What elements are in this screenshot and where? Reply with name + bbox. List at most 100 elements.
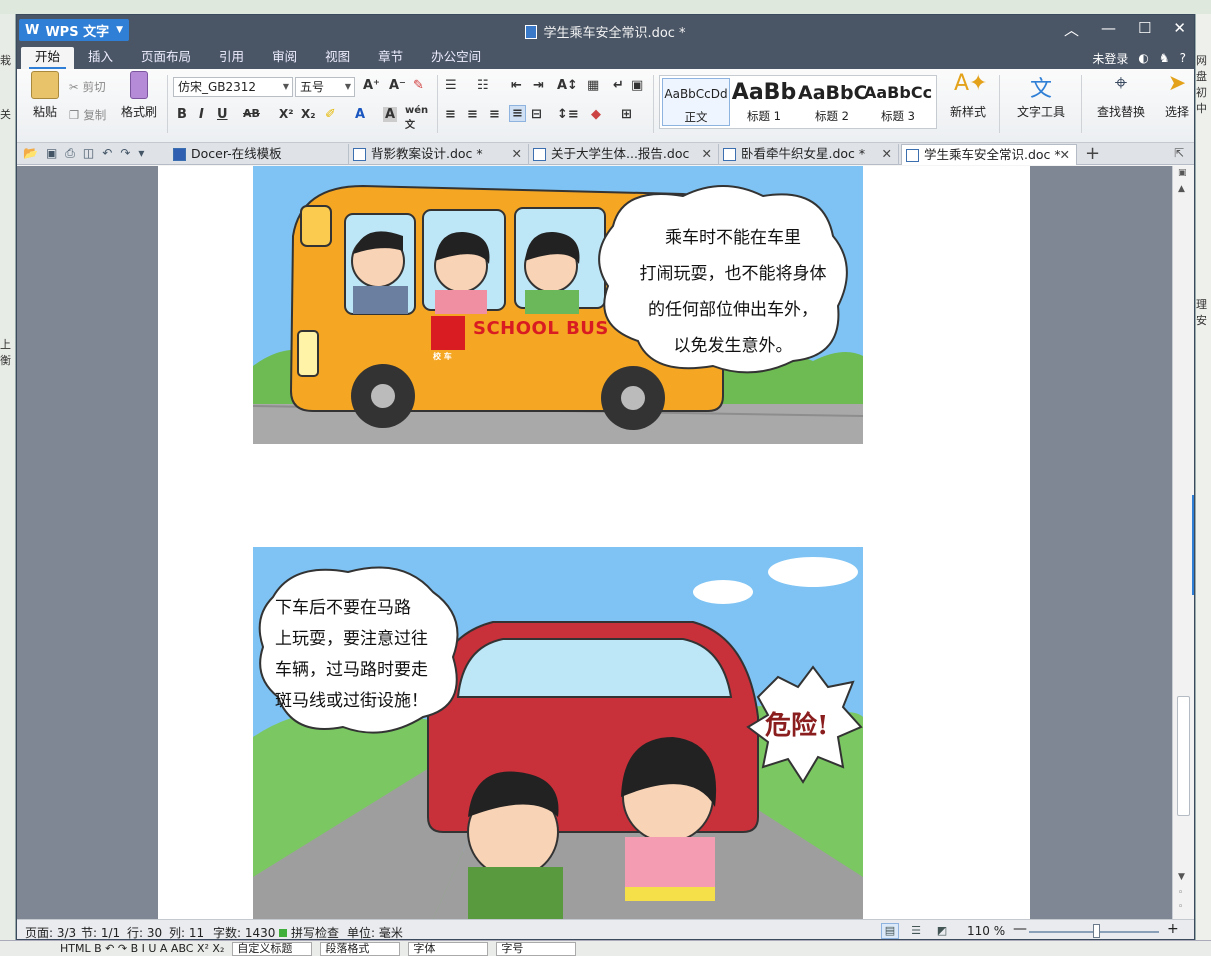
font-color-icon[interactable]: A — [355, 107, 365, 122]
increase-indent-icon[interactable]: ⇥ — [533, 78, 544, 93]
scroll-down-icon[interactable]: ▼ — [1178, 872, 1185, 882]
grow-font-icon[interactable]: A⁺ — [363, 78, 380, 93]
style-heading-3[interactable]: AaBbCc 标题 3 — [864, 78, 932, 126]
paragraph-format-select[interactable]: 段落格式 — [320, 941, 401, 956]
close-icon[interactable]: ✕ — [512, 144, 522, 164]
format-painter-button[interactable]: 格式刷 — [117, 71, 161, 120]
shirt-icon[interactable]: ♞ — [1159, 51, 1170, 65]
borders-icon[interactable]: ⊞ — [621, 107, 632, 122]
table-icon[interactable]: ▦ — [587, 78, 599, 93]
font-name-combo[interactable]: 仿宋_GB2312 ▼ — [173, 77, 293, 97]
copy-button[interactable]: ❐ 复制 — [69, 107, 106, 123]
tab-references[interactable]: 引用 — [205, 47, 258, 69]
minimize-button[interactable]: — — [1101, 19, 1116, 40]
font-size-select[interactable]: 字号 — [496, 941, 577, 956]
maximize-button[interactable]: ☐ — [1138, 19, 1151, 40]
clear-format-icon[interactable]: ✎ — [413, 78, 424, 93]
close-icon[interactable]: ✕ — [702, 144, 712, 164]
subscript-icon[interactable]: X₂ — [301, 107, 316, 121]
page-view-icon[interactable]: ▤ — [881, 923, 899, 939]
justify-icon[interactable]: ≡ — [509, 105, 526, 122]
tab-chapter[interactable]: 章节 — [364, 47, 417, 69]
zoom-out-button[interactable]: — — [1013, 921, 1027, 937]
show-marks-icon[interactable]: ↵ — [613, 78, 624, 93]
redo-icon[interactable]: ↷ — [120, 146, 130, 161]
zoom-slider-thumb[interactable] — [1093, 924, 1100, 938]
doc-tab-active[interactable]: 学生乘车安全常识.doc * ✕ — [901, 144, 1077, 165]
align-left-icon[interactable]: ≡ — [445, 107, 456, 122]
help-button[interactable]: ? — [1180, 51, 1186, 65]
scroll-top-icon[interactable]: ▣ — [1178, 168, 1187, 178]
scroll-up-icon[interactable]: ▲ — [1178, 184, 1185, 194]
cut-button[interactable]: ✂ 剪切 — [69, 79, 106, 95]
next-page-icon[interactable]: ◦ — [1178, 902, 1183, 912]
customize-icon[interactable]: ▾ — [138, 146, 144, 161]
tab-page-layout[interactable]: 页面布局 — [127, 47, 205, 69]
distribute-icon[interactable]: ⊟ — [531, 107, 542, 122]
login-link[interactable]: 未登录 — [1092, 50, 1128, 67]
style-heading-1[interactable]: AaBb 标题 1 — [730, 78, 798, 126]
phonetic-guide-icon[interactable]: wén 文 — [405, 105, 428, 131]
tab-menu-icon[interactable]: ⇱ — [1174, 146, 1184, 160]
underline-icon[interactable]: U — [217, 107, 228, 122]
doc-tab[interactable]: 关于大学生体...报告.doc ✕ — [529, 144, 719, 165]
text-direction-icon[interactable]: A↕ — [557, 78, 578, 93]
align-right-icon[interactable]: ≡ — [489, 107, 500, 122]
prev-page-icon[interactable]: ◦ — [1178, 888, 1183, 898]
new-tab-button[interactable]: + — [1085, 143, 1100, 164]
superscript-icon[interactable]: X² — [279, 107, 294, 121]
tab-review[interactable]: 审阅 — [258, 47, 311, 69]
text-box-icon[interactable]: ▣ — [631, 78, 643, 93]
doc-tab[interactable]: 背影教案设计.doc * ✕ — [349, 144, 529, 165]
decrease-indent-icon[interactable]: ⇤ — [511, 78, 522, 93]
web-view-icon[interactable]: ◩ — [933, 923, 951, 939]
paste-button[interactable]: 粘贴 — [25, 71, 65, 120]
highlight-icon[interactable]: ✐ — [325, 107, 336, 122]
undo-icon[interactable]: ↶ — [102, 146, 112, 161]
close-icon[interactable]: ✕ — [882, 144, 892, 164]
scrollbar-thumb[interactable] — [1177, 696, 1190, 816]
open-icon[interactable]: 📂 — [23, 146, 38, 161]
close-icon[interactable]: ✕ — [1060, 145, 1070, 165]
outline-view-icon[interactable]: ☰ — [907, 923, 925, 939]
style-heading-2[interactable]: AaBbC 标题 2 — [798, 78, 866, 126]
font-select[interactable]: 字体 — [408, 941, 489, 956]
side-panel-toggle[interactable] — [1192, 495, 1194, 595]
print-icon[interactable]: ⎙ — [65, 146, 75, 161]
tab-office-space[interactable]: 办公空间 — [417, 47, 495, 69]
style-normal[interactable]: AaBbCcDd 正文 — [662, 78, 730, 126]
collapse-ribbon-button[interactable]: ︿ — [1064, 19, 1079, 40]
select-button[interactable]: ➤ 选择 — [1157, 71, 1194, 120]
document-canvas[interactable]: 校 车 SCHOOL BUS 乘车时不能在车里 打闹玩耍，也不能将身体 的任何部… — [17, 166, 1172, 919]
skin-icon[interactable]: ◐ — [1138, 51, 1148, 65]
bold-icon[interactable]: B — [177, 107, 187, 122]
shrink-font-icon[interactable]: A⁻ — [389, 78, 406, 93]
align-center-icon[interactable]: ≡ — [467, 107, 478, 122]
print-preview-icon[interactable]: ◫ — [83, 146, 94, 161]
zoom-in-button[interactable]: + — [1167, 921, 1179, 937]
italic-icon[interactable]: I — [199, 107, 204, 122]
illustration-road-safety[interactable]: 下车后不要在马路 上玩耍，要注意过往 车辆，过马路时要走 斑马线或过街设施！ 危… — [253, 547, 863, 919]
shading-icon[interactable]: ◆ — [591, 107, 601, 122]
doc-tab[interactable]: Docer-在线模板 — [169, 144, 349, 165]
tab-home[interactable]: 开始 — [21, 47, 75, 69]
tab-insert[interactable]: 插入 — [74, 47, 127, 69]
text-tools-button[interactable]: 文 文字工具 — [1009, 71, 1073, 120]
doc-tab[interactable]: 卧看牵牛织女星.doc * ✕ — [719, 144, 899, 165]
spellcheck-toggle[interactable]: 拼写检查 — [279, 924, 339, 939]
bullet-list-icon[interactable]: ☰ — [445, 78, 457, 93]
line-spacing-icon[interactable]: ↕≡ — [557, 107, 579, 122]
new-style-button[interactable]: A✦ 新样式 — [943, 71, 993, 120]
save-icon[interactable]: ▣ — [46, 146, 57, 161]
strikethrough-icon[interactable]: AB — [243, 107, 260, 120]
char-shading-icon[interactable]: A — [383, 107, 398, 122]
font-size-combo[interactable]: 五号 ▼ — [295, 77, 355, 97]
tab-view[interactable]: 视图 — [311, 47, 364, 69]
illustration-school-bus[interactable]: 校 车 SCHOOL BUS 乘车时不能在车里 打闹玩耍，也不能将身体 的任何部… — [253, 166, 863, 444]
document-page[interactable]: 校 车 SCHOOL BUS 乘车时不能在车里 打闹玩耍，也不能将身体 的任何部… — [158, 166, 1030, 919]
close-button[interactable]: ✕ — [1173, 19, 1186, 40]
numbered-list-icon[interactable]: ☷ — [477, 78, 489, 93]
find-replace-button[interactable]: ⌖ 查找替换 — [1089, 71, 1153, 120]
custom-heading-select[interactable]: 自定义标题 — [232, 941, 313, 956]
vertical-scrollbar[interactable]: ▣ ▲ ▼ ◦ ◦ — [1172, 166, 1194, 919]
